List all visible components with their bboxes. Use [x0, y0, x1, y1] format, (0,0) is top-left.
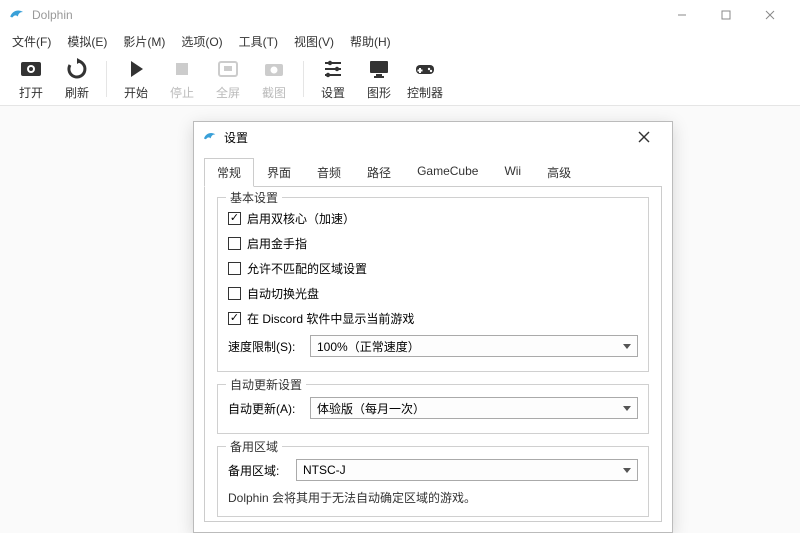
main-titlebar: Dolphin — [0, 0, 800, 30]
select-value: NTSC-J — [303, 463, 346, 477]
camera-icon — [262, 57, 286, 81]
stop-button: 停止 — [159, 57, 205, 101]
checkbox-cheats[interactable]: 启用金手指 — [228, 231, 638, 256]
auto-update-label: 自动更新(A): — [228, 400, 302, 417]
tab-wii[interactable]: Wii — [491, 158, 534, 187]
checkbox-icon — [228, 262, 241, 275]
monitor-icon — [367, 57, 391, 81]
minimize-button[interactable] — [660, 0, 704, 30]
chevron-down-icon — [623, 468, 631, 473]
dolphin-icon — [202, 129, 218, 145]
checkbox-icon — [228, 287, 241, 300]
auto-update-select[interactable]: 体验版（每月一次） — [310, 397, 638, 419]
select-value: 体验版（每月一次） — [317, 400, 425, 417]
menu-options[interactable]: 选项(O) — [173, 31, 230, 52]
checkbox-discord-presence[interactable]: 在 Discord 软件中显示当前游戏 — [228, 306, 638, 331]
toolbar-separator — [106, 61, 107, 97]
checkbox-label: 启用金手指 — [247, 235, 307, 252]
group-auto-update: 自动更新设置 自动更新(A): 体验版（每月一次） — [217, 384, 649, 434]
menu-help[interactable]: 帮助(H) — [342, 31, 399, 52]
checkbox-label: 允许不匹配的区域设置 — [247, 260, 367, 277]
group-basic-settings: 基本设置 启用双核心（加速） 启用金手指 允许不匹配的区域设置 自动切换光盘 在… — [217, 197, 649, 372]
refresh-icon — [65, 57, 89, 81]
fallback-region-label: 备用区域: — [228, 462, 288, 479]
checkbox-mismatched-region[interactable]: 允许不匹配的区域设置 — [228, 256, 638, 281]
menu-emulation[interactable]: 模拟(E) — [59, 31, 115, 52]
stop-label: 停止 — [170, 84, 194, 101]
dialog-title: 设置 — [224, 129, 624, 146]
screenshot-button: 截图 — [251, 57, 297, 101]
gamepad-icon — [413, 57, 437, 81]
fullscreen-label: 全屏 — [216, 84, 240, 101]
screenshot-label: 截图 — [262, 84, 286, 101]
controllers-label: 控制器 — [407, 84, 443, 101]
checkbox-auto-disc[interactable]: 自动切换光盘 — [228, 281, 638, 306]
settings-button[interactable]: 设置 — [310, 57, 356, 101]
group-fallback-legend: 备用区域 — [226, 438, 282, 455]
maximize-button[interactable] — [704, 0, 748, 30]
menu-file[interactable]: 文件(F) — [4, 31, 59, 52]
chevron-down-icon — [623, 344, 631, 349]
checkbox-label: 启用双核心（加速） — [247, 210, 355, 227]
tab-paths[interactable]: 路径 — [354, 158, 404, 187]
fallback-region-note: Dolphin 会将其用于无法自动确定区域的游戏。 — [228, 485, 638, 506]
group-update-legend: 自动更新设置 — [226, 376, 306, 393]
play-label: 开始 — [124, 84, 148, 101]
open-label: 打开 — [19, 84, 43, 101]
play-button[interactable]: 开始 — [113, 57, 159, 101]
graphics-label: 图形 — [367, 84, 391, 101]
open-button[interactable]: 打开 — [8, 57, 54, 101]
controllers-button[interactable]: 控制器 — [402, 57, 448, 101]
toolbar: 打开 刷新 开始 停止 全屏 截图 设置 图形 控制器 — [0, 52, 800, 106]
settings-label: 设置 — [321, 84, 345, 101]
tab-panel-general: 基本设置 启用双核心（加速） 启用金手指 允许不匹配的区域设置 自动切换光盘 在… — [204, 186, 662, 522]
sliders-icon — [321, 57, 345, 81]
checkbox-label: 自动切换光盘 — [247, 285, 319, 302]
checkbox-icon — [228, 237, 241, 250]
dialog-close-button[interactable] — [624, 122, 664, 152]
tab-advanced[interactable]: 高级 — [534, 158, 584, 187]
settings-dialog: 设置 常规 界面 音频 路径 GameCube Wii 高级 基本设置 启用双核… — [193, 121, 673, 533]
menu-view[interactable]: 视图(V) — [286, 31, 342, 52]
menu-movie[interactable]: 影片(M) — [115, 31, 173, 52]
tab-gamecube[interactable]: GameCube — [404, 158, 491, 187]
settings-tabs: 常规 界面 音频 路径 GameCube Wii 高级 — [194, 158, 672, 187]
window-controls — [660, 0, 792, 30]
menu-tools[interactable]: 工具(T) — [231, 31, 286, 52]
speed-limit-label: 速度限制(S): — [228, 338, 302, 355]
fallback-region-select[interactable]: NTSC-J — [296, 459, 638, 481]
refresh-label: 刷新 — [65, 84, 89, 101]
checkbox-icon — [228, 312, 241, 325]
group-basic-legend: 基本设置 — [226, 189, 282, 206]
dolphin-icon — [8, 6, 26, 24]
row-fallback-region: 备用区域: NTSC-J — [228, 455, 638, 485]
open-icon — [19, 57, 43, 81]
tab-audio[interactable]: 音频 — [304, 158, 354, 187]
speed-limit-select[interactable]: 100%（正常速度） — [310, 335, 638, 357]
dialog-titlebar: 设置 — [194, 122, 672, 152]
stop-icon — [170, 57, 194, 81]
tab-general[interactable]: 常规 — [204, 158, 254, 187]
toolbar-separator-2 — [303, 61, 304, 97]
refresh-button[interactable]: 刷新 — [54, 57, 100, 101]
close-button[interactable] — [748, 0, 792, 30]
graphics-button[interactable]: 图形 — [356, 57, 402, 101]
checkbox-icon — [228, 212, 241, 225]
fullscreen-button: 全屏 — [205, 57, 251, 101]
fullscreen-icon — [216, 57, 240, 81]
row-auto-update: 自动更新(A): 体验版（每月一次） — [228, 393, 638, 423]
menubar: 文件(F) 模拟(E) 影片(M) 选项(O) 工具(T) 视图(V) 帮助(H… — [0, 30, 800, 52]
app-title: Dolphin — [32, 8, 660, 22]
play-icon — [124, 57, 148, 81]
checkbox-label: 在 Discord 软件中显示当前游戏 — [247, 310, 414, 327]
checkbox-dual-core[interactable]: 启用双核心（加速） — [228, 206, 638, 231]
row-speed-limit: 速度限制(S): 100%（正常速度） — [228, 331, 638, 361]
tab-interface[interactable]: 界面 — [254, 158, 304, 187]
chevron-down-icon — [623, 406, 631, 411]
group-fallback-region: 备用区域 备用区域: NTSC-J Dolphin 会将其用于无法自动确定区域的… — [217, 446, 649, 517]
select-value: 100%（正常速度） — [317, 338, 420, 355]
